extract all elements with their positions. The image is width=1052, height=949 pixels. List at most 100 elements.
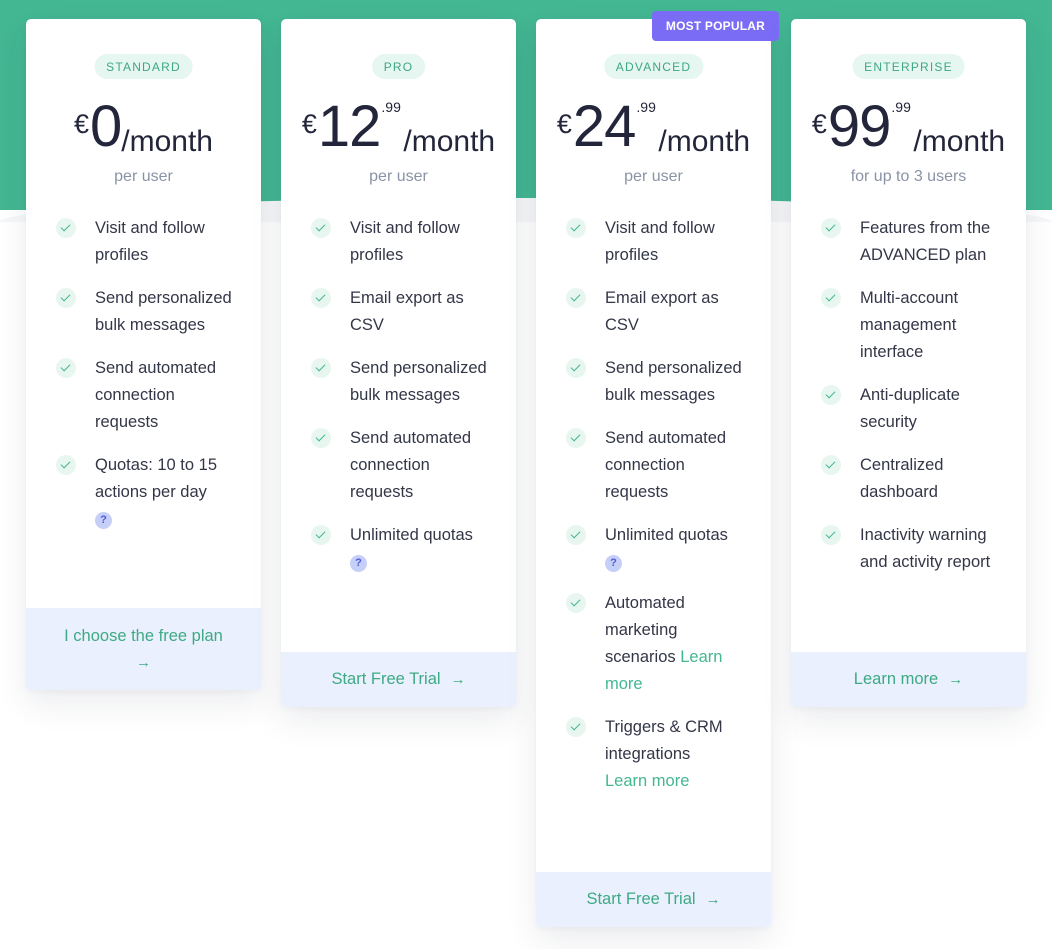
plan-badge: STANDARD bbox=[94, 54, 193, 79]
feature-list: Visit and follow profiles Send personali… bbox=[56, 215, 247, 547]
check-icon bbox=[821, 385, 841, 405]
feature-text: Unlimited quotas bbox=[350, 526, 473, 544]
feature-text: Send personalized bulk messages bbox=[350, 359, 487, 404]
feature-text: Send automated connection requests bbox=[350, 429, 472, 501]
choose-free-plan-button[interactable]: I choose the free plan → bbox=[26, 608, 261, 690]
feature-list: Features from the ADVANCED plan Multi-ac… bbox=[821, 215, 1012, 592]
price-currency: € bbox=[301, 109, 317, 139]
price: € 0 /month bbox=[26, 97, 261, 159]
feature-text: Send automated connection requests bbox=[605, 429, 727, 501]
start-free-trial-button[interactable]: Start Free Trial → bbox=[281, 652, 516, 707]
price-subtitle: per user bbox=[369, 168, 428, 185]
arrow-right-icon: → bbox=[705, 891, 721, 908]
help-icon[interactable]: ? bbox=[350, 555, 367, 572]
feature-item: Inactivity warning and activity report bbox=[821, 522, 1012, 576]
arrow-right-icon: → bbox=[136, 653, 151, 671]
learn-more-link[interactable]: Learn more bbox=[605, 772, 689, 790]
feature-text: Email export as CSV bbox=[605, 289, 719, 334]
feature-text: Visit and follow profiles bbox=[95, 219, 205, 264]
price-amount: 24 bbox=[572, 94, 637, 159]
start-free-trial-button[interactable]: Start Free Trial → bbox=[536, 872, 771, 927]
feature-text: Triggers & CRM integrations bbox=[605, 718, 723, 763]
check-icon bbox=[821, 455, 841, 475]
help-icon[interactable]: ? bbox=[95, 512, 112, 529]
price-cents: .99 bbox=[381, 99, 401, 115]
feature-item: Centralized dashboard bbox=[821, 452, 1012, 506]
feature-item: Visit and follow profiles bbox=[566, 215, 757, 269]
feature-item: Multi-account management interface bbox=[821, 285, 1012, 366]
feature-item: Send personalized bulk messages bbox=[56, 285, 247, 339]
feature-text: Unlimited quotas bbox=[605, 526, 728, 544]
feature-item: Send personalized bulk messages bbox=[311, 355, 502, 409]
cta-label: Start Free Trial bbox=[586, 890, 696, 908]
price-subtitle: per user bbox=[114, 168, 173, 185]
price-cents: .99 bbox=[636, 99, 656, 115]
feature-text: Quotas: 10 to 15 actions per day bbox=[95, 456, 218, 501]
price-amount: 0 bbox=[90, 94, 122, 159]
price-subtitle: for up to 3 users bbox=[850, 168, 967, 185]
check-icon bbox=[56, 455, 76, 475]
price-period: /month bbox=[913, 125, 1006, 158]
check-icon bbox=[566, 717, 586, 737]
feature-text: Send personalized bulk messages bbox=[605, 359, 742, 404]
feature-item: Unlimited quotas ? bbox=[311, 522, 502, 574]
feature-item: Email export as CSV bbox=[311, 285, 502, 339]
feature-text: Multi-account management interface bbox=[860, 289, 959, 361]
check-icon bbox=[821, 525, 841, 545]
feature-item: Send personalized bulk messages bbox=[566, 355, 757, 409]
check-icon bbox=[56, 358, 76, 378]
help-icon[interactable]: ? bbox=[605, 555, 622, 572]
feature-item: Send automated connection requests bbox=[56, 355, 247, 436]
plan-card-enterprise: ENTERPRISE € 99 .99 /month for up to 3 u… bbox=[791, 19, 1026, 707]
feature-list: Visit and follow profiles Email export a… bbox=[566, 215, 757, 811]
check-icon bbox=[566, 288, 586, 308]
plan-badge: PRO bbox=[371, 54, 426, 79]
check-icon bbox=[311, 428, 331, 448]
cta-label: Start Free Trial bbox=[331, 670, 441, 688]
check-icon bbox=[566, 593, 586, 613]
feature-item: Automated marketing scenarios Learn more bbox=[566, 590, 757, 698]
price-period: /month bbox=[121, 125, 213, 158]
feature-text: Inactivity warning and activity report bbox=[860, 526, 991, 571]
feature-text: Automated marketing scenarios bbox=[605, 594, 685, 666]
check-icon bbox=[566, 218, 586, 238]
feature-item: Visit and follow profiles bbox=[311, 215, 502, 269]
feature-list: Visit and follow profiles Email export a… bbox=[311, 215, 502, 590]
most-popular-badge: MOST POPULAR bbox=[651, 11, 779, 41]
check-icon bbox=[566, 428, 586, 448]
price: € 99 .99 /month bbox=[791, 97, 1026, 159]
feature-text: Visit and follow profiles bbox=[605, 219, 715, 264]
price: € 12 .99 /month bbox=[281, 97, 516, 159]
price-cents: .99 bbox=[891, 99, 911, 115]
check-icon bbox=[566, 525, 586, 545]
cta-label: Learn more bbox=[853, 670, 939, 688]
feature-text: Email export as CSV bbox=[350, 289, 464, 334]
feature-item: Send automated connection requests bbox=[311, 425, 502, 506]
learn-more-button[interactable]: Learn more → bbox=[791, 652, 1026, 707]
price-currency: € bbox=[73, 109, 90, 139]
price-period: /month bbox=[658, 125, 751, 158]
plan-card-advanced: MOST POPULAR ADVANCED € 24 .99 /month pe… bbox=[536, 11, 779, 927]
price-amount: 99 bbox=[827, 94, 892, 159]
feature-text: Visit and follow profiles bbox=[350, 219, 460, 264]
check-icon bbox=[311, 288, 331, 308]
feature-item: Anti-duplicate security bbox=[821, 382, 1012, 436]
check-icon bbox=[56, 288, 76, 308]
plan-card-standard: STANDARD € 0 /month per user Visit and f… bbox=[26, 19, 261, 690]
feature-item: Unlimited quotas ? bbox=[566, 522, 757, 574]
arrow-right-icon: → bbox=[450, 671, 466, 688]
feature-text: Anti-duplicate security bbox=[860, 386, 960, 431]
check-icon bbox=[56, 218, 76, 238]
feature-text: Features from the ADVANCED plan bbox=[860, 219, 991, 264]
check-icon bbox=[566, 358, 586, 378]
plan-badge: ENTERPRISE bbox=[852, 54, 965, 79]
cta-label: I choose the free plan bbox=[64, 626, 223, 645]
feature-item: Triggers & CRM integrations Learn more bbox=[566, 714, 757, 795]
price-period: /month bbox=[403, 125, 496, 158]
arrow-right-icon: → bbox=[948, 671, 964, 688]
check-icon bbox=[821, 218, 841, 238]
price-currency: € bbox=[556, 109, 572, 139]
check-icon bbox=[821, 288, 841, 308]
feature-item: Features from the ADVANCED plan bbox=[821, 215, 1012, 269]
feature-text: Send automated connection requests bbox=[95, 359, 217, 431]
